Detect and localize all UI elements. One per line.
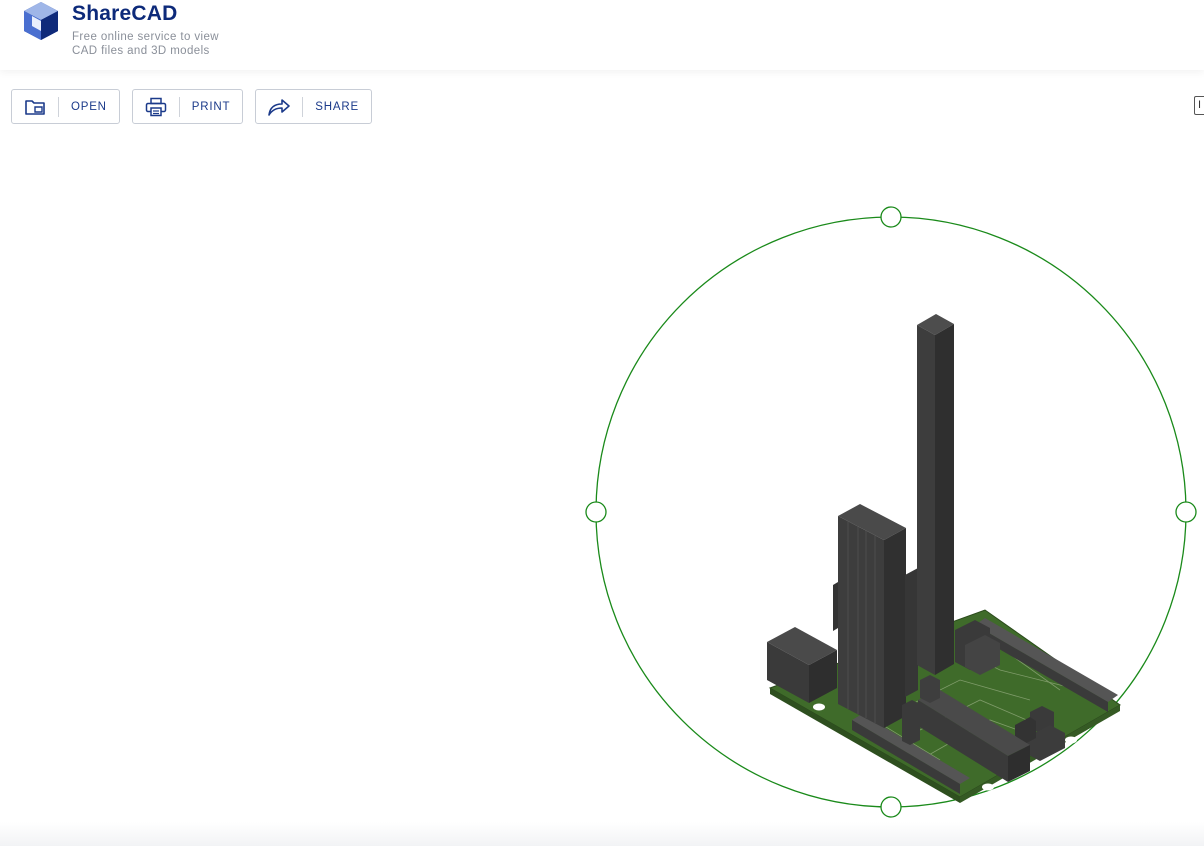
tall-block-side: [884, 528, 906, 728]
printer-icon: [143, 96, 169, 118]
edge-panel-button[interactable]: I: [1194, 96, 1204, 115]
print-button[interactable]: PRINT: [131, 89, 244, 124]
cad-canvas[interactable]: [0, 130, 1204, 846]
app-subtitle-line2: CAD files and 3D models: [72, 45, 210, 57]
footer-fade: [0, 822, 1204, 846]
print-label: PRINT: [191, 100, 231, 113]
mount-hole: [982, 783, 994, 791]
orbit-handle-right[interactable]: [1175, 501, 1197, 523]
cad-viewport[interactable]: [0, 130, 1204, 846]
folder-icon: [22, 96, 48, 118]
component-post-2: [920, 675, 940, 703]
sharecad-logo-icon[interactable]: [22, 1, 60, 41]
share-arrow-icon: [266, 96, 292, 118]
mount-hole: [1065, 736, 1077, 744]
toolbar: OPEN PRINT SHARE: [11, 89, 372, 124]
pcb-model: [767, 314, 1121, 803]
orbit-handle-bottom[interactable]: [880, 796, 902, 818]
tower-front: [917, 325, 935, 675]
tall-block-front: [838, 516, 884, 728]
app-subtitle: Free online service to view CAD files an…: [72, 30, 219, 58]
orbit-handle-top[interactable]: [880, 206, 902, 228]
open-separator: [58, 96, 59, 117]
print-separator: [178, 96, 180, 117]
app-subtitle-line1: Free online service to view: [72, 31, 219, 43]
component-mid: [905, 568, 918, 697]
app-header: ShareCAD Free online service to view CAD…: [0, 0, 1204, 70]
mount-hole: [813, 703, 825, 711]
open-label: OPEN: [71, 100, 107, 113]
tower-side: [935, 324, 954, 675]
app-title[interactable]: ShareCAD: [72, 2, 177, 26]
share-separator: [302, 96, 304, 117]
open-button[interactable]: OPEN: [11, 89, 120, 124]
component-post: [902, 700, 920, 745]
connector-small: [833, 582, 838, 631]
share-button[interactable]: SHARE: [255, 89, 372, 124]
orbit-handle-left[interactable]: [585, 501, 607, 523]
share-label: SHARE: [315, 100, 359, 113]
